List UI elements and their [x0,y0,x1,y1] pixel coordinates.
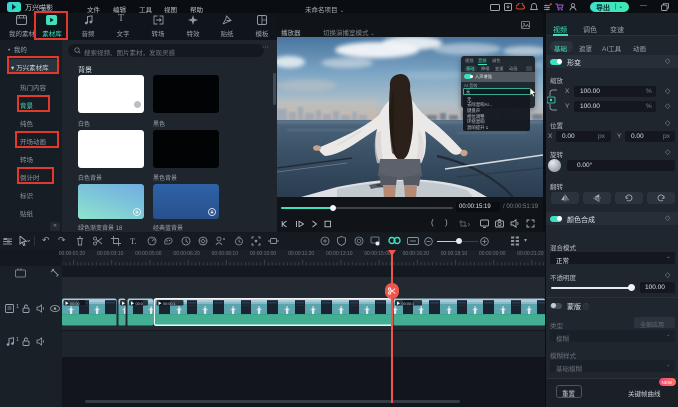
svg-text:00:0: 00:0 [136,302,143,306]
svg-text:00:00:1: 00:00:1 [163,302,176,306]
svg-text:00:00: 00:00 [70,302,80,306]
svg-text:00:00:1: 00:00:1 [402,302,415,306]
